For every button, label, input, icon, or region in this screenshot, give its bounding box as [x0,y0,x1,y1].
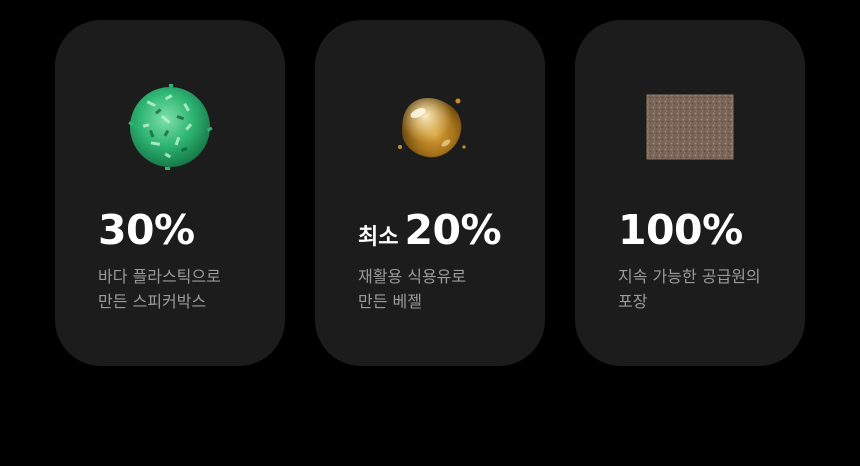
stat-min-20-percent: 최소 20% [358,206,502,254]
brown-paper-texture-icon [575,72,805,182]
card-ocean-plastic: 30% 바다 플라스틱으로 만든 스피커박스 [55,20,285,366]
card-recycled-cooking-oil: 최소 20% 재활용 식용유로 만든 베젤 [315,20,545,366]
description-line: 만든 스피커박스 [98,292,207,311]
stat-prefix: 최소 [358,225,399,250]
stat-value: 100% [618,206,743,254]
stat-100-percent: 100% [618,206,743,254]
description-line: 포장 [618,292,648,311]
stat-value: 30% [98,206,195,254]
card-description: 바다 플라스틱으로 만든 스피커박스 [98,264,273,314]
card-description: 지속 가능한 공급원의 포장 [618,264,793,314]
card-description: 재활용 식용유로 만든 베젤 [358,264,533,314]
green-recycled-plastic-flakes-icon [55,72,285,182]
description-line: 만든 베젤 [358,292,422,311]
description-line: 지속 가능한 공급원의 [618,267,761,286]
stat-30-percent: 30% [98,206,195,254]
golden-gel-droplet-icon [315,72,545,182]
description-line: 재활용 식용유로 [358,267,467,286]
card-sustainable-packaging: 100% 지속 가능한 공급원의 포장 [575,20,805,366]
description-line: 바다 플라스틱으로 [98,267,221,286]
feature-cards: 30% 바다 플라스틱으로 만든 스피커박스 최소 20% 재활용 식용유로 만… [55,20,805,366]
stat-value: 20% [404,206,502,254]
